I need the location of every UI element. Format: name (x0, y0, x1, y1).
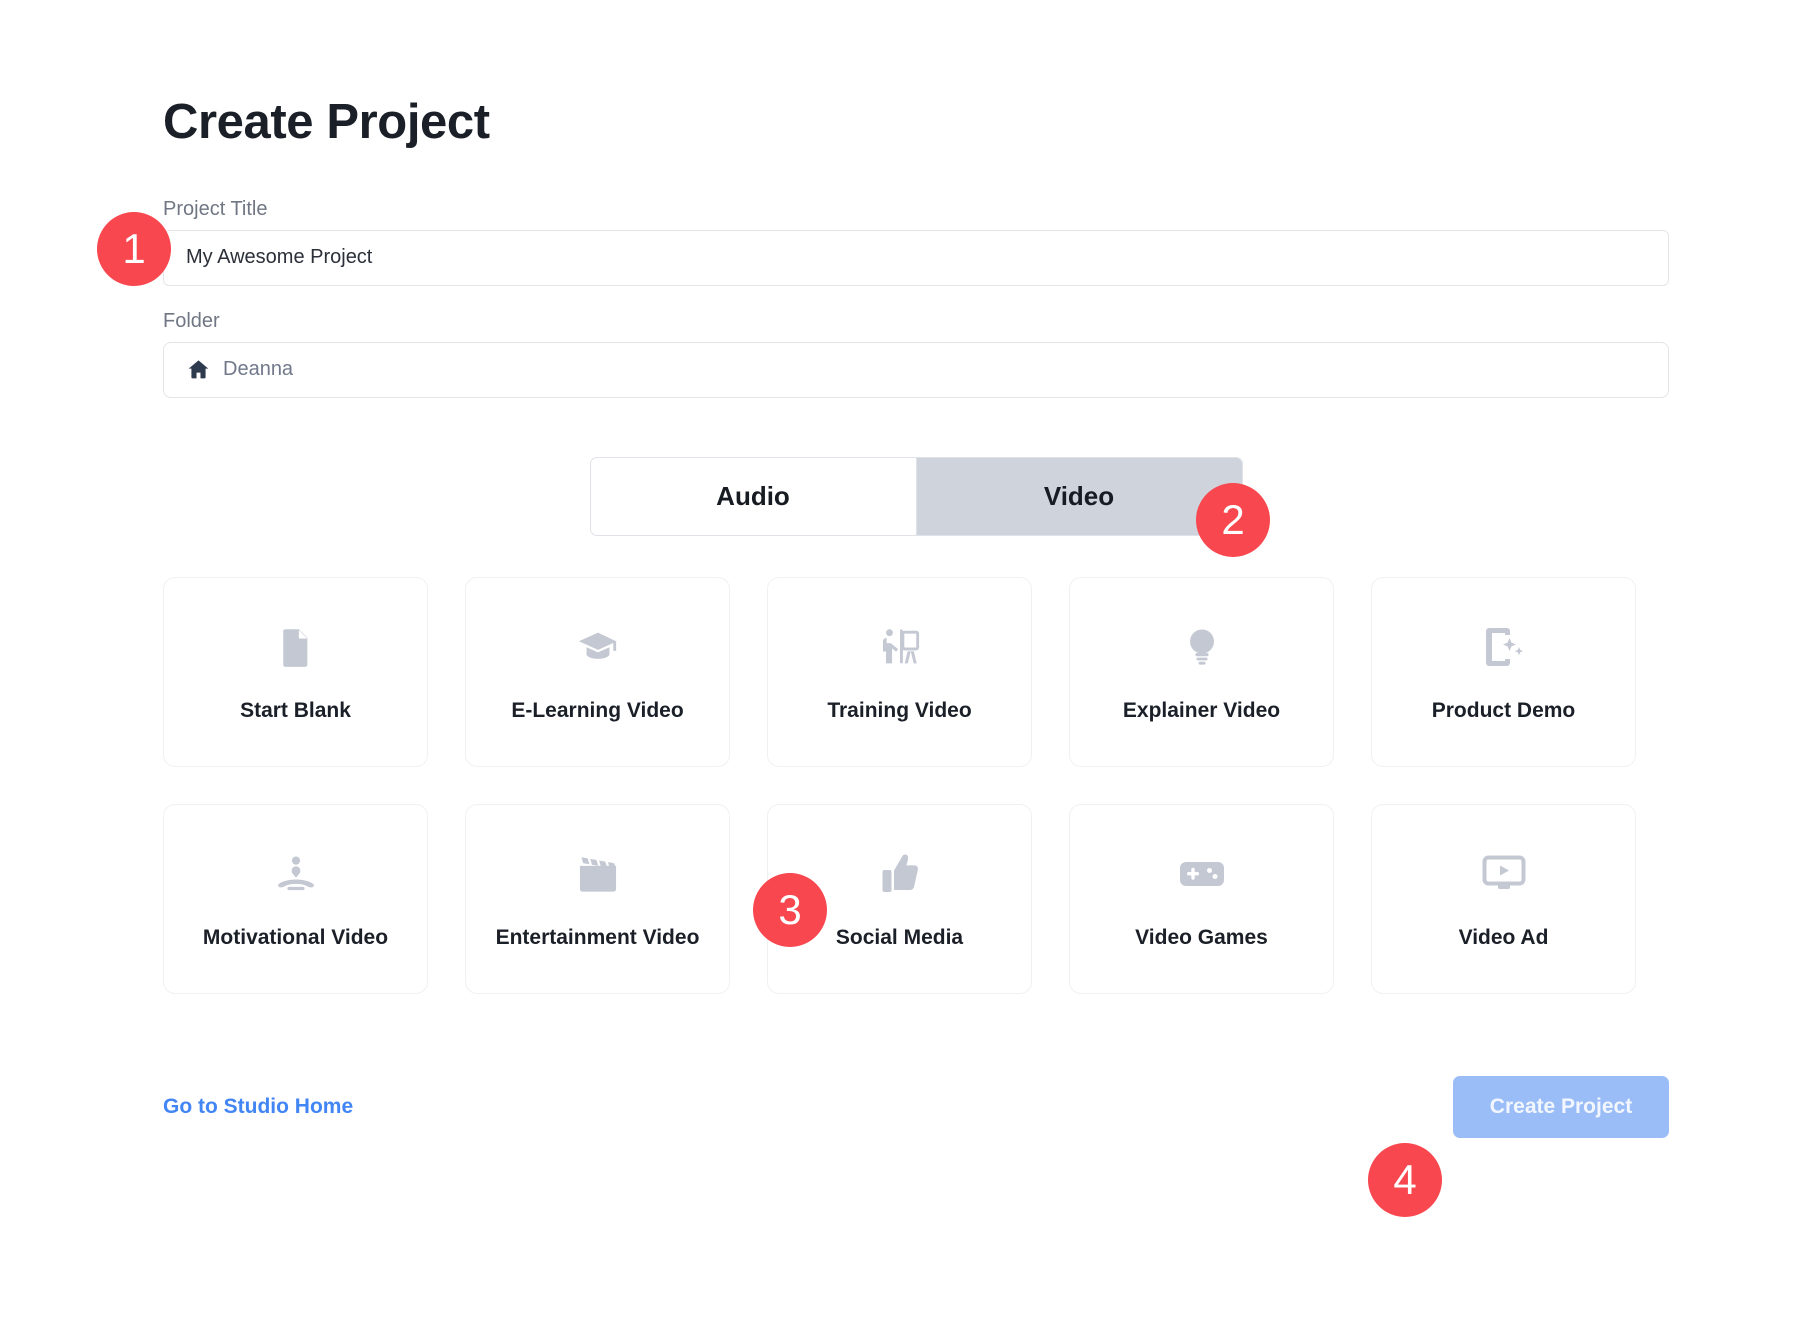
template-card-label: Training Video (827, 699, 971, 723)
template-grid: Start Blank E-Learning Video (163, 577, 1669, 994)
template-card-label: Video Ad (1459, 926, 1549, 950)
document-icon (279, 621, 313, 673)
folder-input[interactable]: Deanna (163, 342, 1669, 398)
gamepad-icon (1179, 848, 1225, 900)
template-card-product-demo[interactable]: Product Demo (1371, 577, 1636, 767)
template-card-label: Explainer Video (1123, 699, 1280, 723)
folder-field-group: Folder Deanna (163, 310, 1669, 398)
template-card-label: Social Media (836, 926, 963, 950)
graduation-cap-icon (577, 621, 619, 673)
step-badge-2: 2 (1196, 483, 1270, 557)
create-project-page: Create Project Project Title My Awesome … (0, 0, 1800, 1319)
presentation-person-icon (879, 621, 921, 673)
meditation-icon (274, 848, 318, 900)
template-card-video-games[interactable]: Video Games (1069, 804, 1334, 994)
page-content: Create Project Project Title My Awesome … (163, 0, 1669, 1138)
media-type-toggle: Audio Video (163, 457, 1669, 536)
go-to-studio-home-link[interactable]: Go to Studio Home (163, 1095, 353, 1119)
template-card-label: Start Blank (240, 699, 351, 723)
lightbulb-icon (1186, 621, 1218, 673)
project-title-value: My Awesome Project (186, 246, 372, 269)
project-title-label: Project Title (163, 198, 1669, 221)
template-card-label: Product Demo (1432, 699, 1576, 723)
template-card-e-learning-video[interactable]: E-Learning Video (465, 577, 730, 767)
template-card-label: Video Games (1135, 926, 1268, 950)
step-badge-3: 3 (753, 873, 827, 947)
template-card-explainer-video[interactable]: Explainer Video (1069, 577, 1334, 767)
folder-label: Folder (163, 310, 1669, 333)
template-card-video-ad[interactable]: Video Ad (1371, 804, 1636, 994)
template-card-label: E-Learning Video (511, 699, 683, 723)
template-card-start-blank[interactable]: Start Blank (163, 577, 428, 767)
create-project-button[interactable]: Create Project (1453, 1076, 1669, 1138)
template-card-training-video[interactable]: Training Video (767, 577, 1032, 767)
step-badge-4: 4 (1368, 1143, 1442, 1217)
segmented-control: Audio Video (590, 457, 1243, 536)
device-sparkle-icon (1484, 621, 1524, 673)
home-icon (186, 357, 211, 382)
template-card-motivational-video[interactable]: Motivational Video (163, 804, 428, 994)
thumbs-up-icon (881, 848, 919, 900)
tab-audio[interactable]: Audio (591, 458, 916, 535)
step-badge-1: 1 (97, 212, 171, 286)
template-card-label: Motivational Video (203, 926, 388, 950)
footer-actions: Go to Studio Home Create Project (163, 1076, 1669, 1138)
template-card-entertainment-video[interactable]: Entertainment Video (465, 804, 730, 994)
page-title: Create Project (163, 96, 1669, 150)
project-title-field-group: Project Title My Awesome Project (163, 198, 1669, 286)
project-title-input[interactable]: My Awesome Project (163, 230, 1669, 286)
tab-video[interactable]: Video (917, 458, 1242, 535)
monitor-play-icon (1482, 848, 1526, 900)
template-card-label: Entertainment Video (496, 926, 700, 950)
clapperboard-icon (577, 848, 619, 900)
folder-value: Deanna (223, 358, 293, 381)
